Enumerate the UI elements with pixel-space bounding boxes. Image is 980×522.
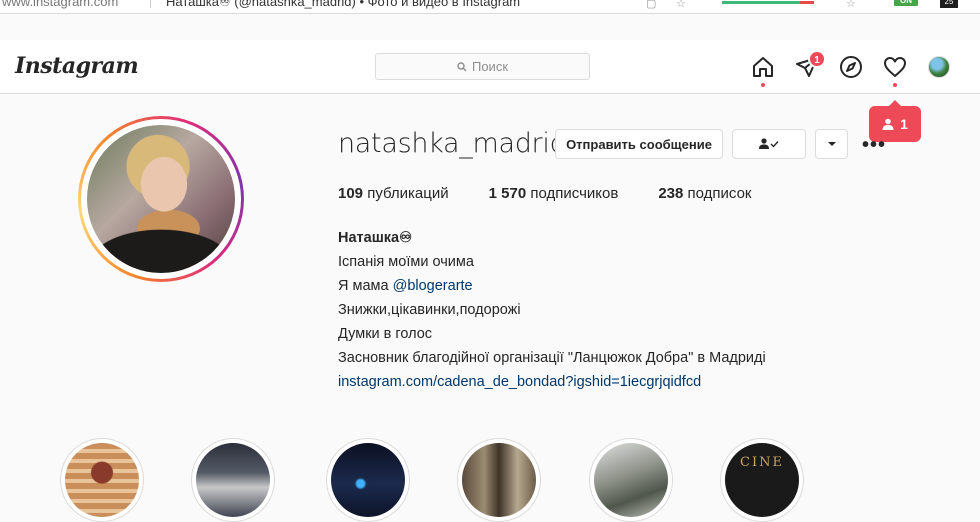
browser-url[interactable]: www.instagram.com: [2, 0, 118, 9]
explore-compass-icon[interactable]: [839, 55, 863, 79]
forest-image: [462, 443, 536, 517]
person-icon: [882, 118, 894, 130]
cine-logo: CINE: [725, 443, 799, 517]
profile-stats: 109 публикаций 1 570 подписчиков 238 под…: [338, 185, 792, 202]
browser-bar: www.instagram.com Наташка♾ (@natashka_ma…: [0, 0, 980, 14]
pancakes-image: [65, 443, 139, 517]
highlight-pancakes[interactable]: [60, 438, 144, 522]
star-icon[interactable]: ☆: [846, 0, 856, 10]
top-navigation: Instagram Поиск: [0, 40, 980, 94]
bio-line-2-prefix: Я мама: [338, 278, 393, 294]
followers-stat[interactable]: 1 570 подписчиков: [489, 185, 619, 202]
profile-photo: [87, 125, 235, 273]
search-box[interactable]: Поиск: [375, 53, 590, 80]
bio-line-1: Іспанія моїми очима: [338, 254, 474, 270]
bio-line-4: Думки в голос: [338, 326, 433, 342]
search-placeholder: Поиск: [471, 59, 509, 74]
following-count: 238: [658, 185, 684, 202]
following-stat[interactable]: 238 подписок: [658, 185, 751, 202]
page-icon[interactable]: ▢: [646, 0, 656, 10]
home-active-dot: [761, 83, 765, 87]
posts-count: 109: [338, 185, 364, 202]
followers-count: 1 570: [488, 185, 527, 202]
more-options-icon[interactable]: •••: [862, 134, 886, 157]
chevron-down-icon: [827, 142, 836, 146]
cine-label: CINE: [740, 455, 784, 470]
followers-label: подписчиков: [530, 185, 619, 202]
following-label: подписок: [687, 185, 752, 202]
highlight-night-city[interactable]: [326, 438, 410, 522]
send-message-button[interactable]: Отправить сообщение: [555, 129, 723, 159]
extension-badge[interactable]: 25: [940, 0, 958, 8]
profile-avatar-story-ring[interactable]: [78, 116, 244, 282]
bio-line-3: Знижки,цікавинки,подорожі: [338, 302, 521, 318]
posts-label: публикаций: [367, 185, 449, 202]
bookmark-icon[interactable]: ☆: [676, 0, 686, 10]
highlight-people[interactable]: [191, 438, 275, 522]
instagram-logo[interactable]: Instagram: [15, 53, 139, 79]
suggestions-dropdown-button[interactable]: [815, 129, 848, 159]
browser-tab-title[interactable]: Наташка♾ (@natashka_madrid) • Фото и вид…: [166, 0, 520, 10]
tab-separator: [150, 0, 151, 8]
highlight-nature[interactable]: [589, 438, 673, 522]
following-button[interactable]: [732, 129, 806, 159]
nature-image: [594, 443, 668, 517]
dm-unread-badge: 1: [808, 50, 826, 68]
posts-stat[interactable]: 109 публикаций: [338, 185, 449, 202]
bio-line-5: Засновник благодійної організації "Ланцю…: [338, 350, 766, 366]
bio-mention-link[interactable]: @blogerarte: [393, 278, 473, 294]
profile-username: natashka_madrid: [338, 128, 567, 159]
night-city-image: [331, 443, 405, 517]
bio-external-link[interactable]: instagram.com/cadena_de_bondad?igshid=1i…: [338, 374, 701, 390]
following-check-icon: [759, 138, 779, 149]
profile-bio: Наташка♾ Іспанія моїми очима Я мама @blo…: [338, 226, 766, 394]
profile-avatar-small[interactable]: [928, 56, 950, 78]
activity-dot: [893, 83, 897, 87]
notification-count: 1: [900, 116, 908, 132]
search-icon: [457, 61, 467, 71]
home-icon[interactable]: [751, 55, 775, 79]
people-image: [196, 443, 270, 517]
activity-heart-icon[interactable]: [883, 55, 907, 79]
bio-line-2: Я мама @blogerarte: [338, 274, 766, 298]
progress-bar: [722, 1, 814, 4]
extension-on-badge[interactable]: ON: [894, 0, 918, 6]
highlight-forest[interactable]: [457, 438, 541, 522]
profile-full-name: Наташка♾: [338, 230, 413, 246]
highlight-cine[interactable]: CINE: [720, 438, 804, 522]
